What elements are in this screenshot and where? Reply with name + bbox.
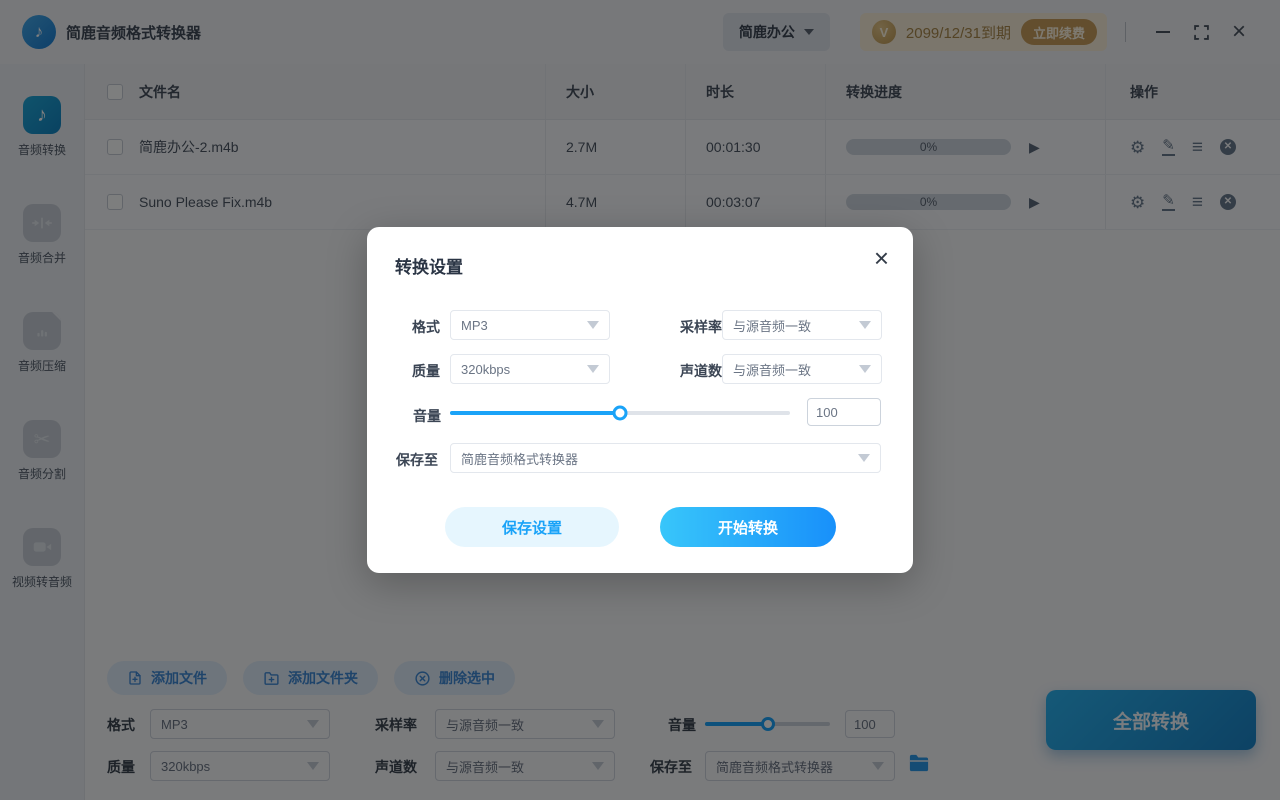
slider-fill xyxy=(450,411,620,415)
dialog-title: 转换设置 xyxy=(395,258,463,277)
channels-label: 声道数 xyxy=(680,363,722,379)
channels-select[interactable]: 与源音频一致 xyxy=(722,354,882,384)
sample-rate-select[interactable]: 与源音频一致 xyxy=(722,310,882,340)
slider-thumb[interactable] xyxy=(612,405,628,421)
quality-label: 质量 xyxy=(412,363,440,379)
save-settings-button[interactable]: 保存设置 xyxy=(445,507,619,547)
volume-input[interactable] xyxy=(807,398,881,426)
caret-icon xyxy=(587,365,599,373)
app-window: ♪ 简鹿音频格式转换器 简鹿办公 V 2099/12/31到期 立即续费 × ♪… xyxy=(0,0,1280,800)
caret-icon xyxy=(859,365,871,373)
caret-icon xyxy=(859,321,871,329)
quality-select[interactable]: 320kbps xyxy=(450,354,610,384)
caret-icon xyxy=(587,321,599,329)
save-to-label: 保存至 xyxy=(396,452,438,468)
format-label: 格式 xyxy=(412,319,440,335)
start-conversion-button[interactable]: 开始转换 xyxy=(660,507,836,547)
volume-slider[interactable] xyxy=(450,405,790,421)
format-select[interactable]: MP3 xyxy=(450,310,610,340)
caret-icon xyxy=(858,454,870,462)
sample-rate-label: 采样率 xyxy=(680,319,722,335)
volume-label: 音量 xyxy=(413,408,441,424)
save-to-select[interactable]: 简鹿音频格式转换器 xyxy=(450,443,881,473)
conversion-settings-dialog: 转换设置 × 格式 MP3 采样率 与源音频一致 质量 320kbps 声道数 … xyxy=(367,227,913,573)
dialog-close-icon[interactable]: × xyxy=(874,245,889,271)
